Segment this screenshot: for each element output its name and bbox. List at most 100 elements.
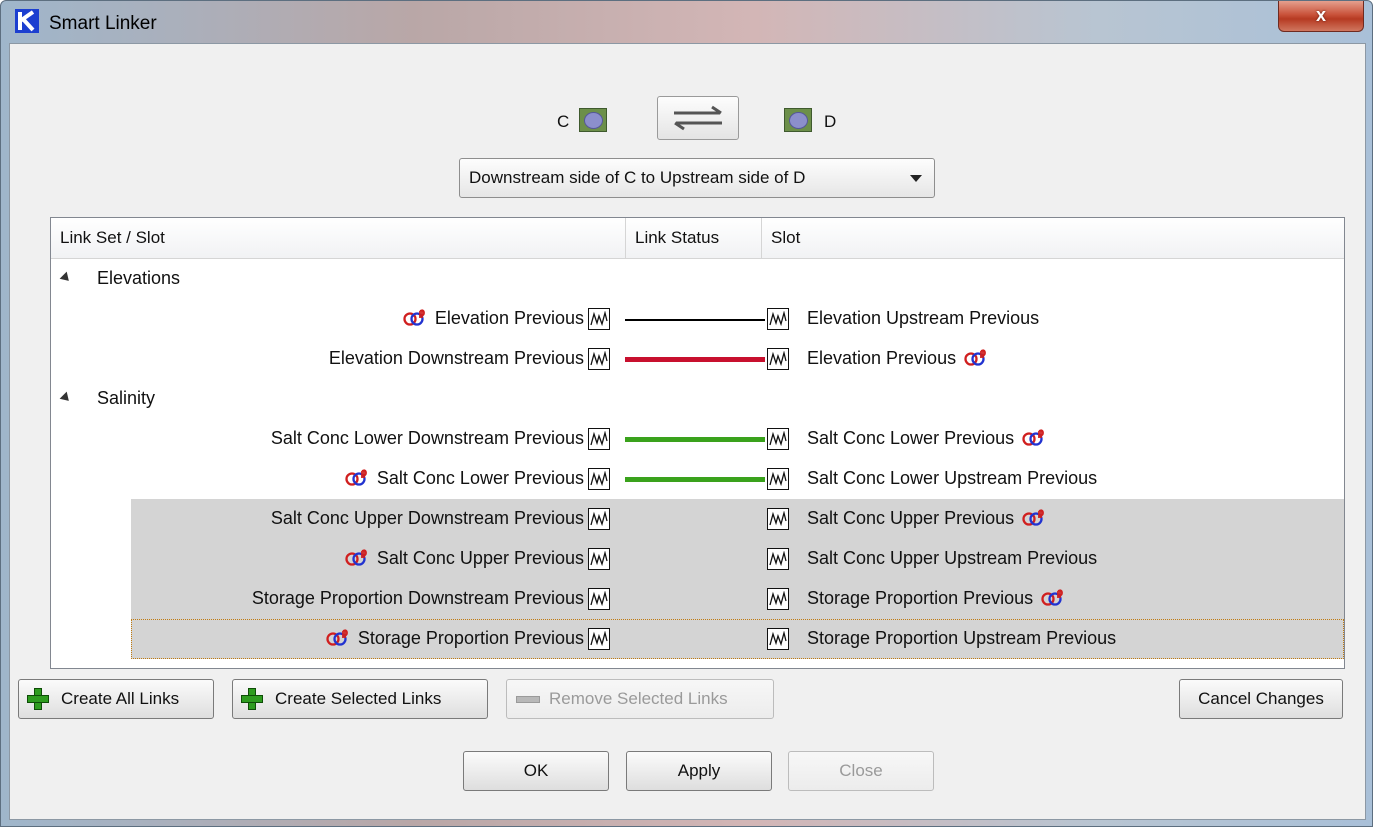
- destination-slot-label: Elevation Previous: [807, 348, 957, 368]
- dialog-client-area: C D Downstream side of C to Upstream sid…: [9, 43, 1366, 820]
- destination-slot-label: Salt Conc Lower Previous: [807, 428, 1015, 448]
- title-bar[interactable]: Smart Linker x: [1, 1, 1372, 43]
- source-slot-label: Salt Conc Lower Downstream Previous: [270, 428, 584, 448]
- agg-disagg-icon: [400, 308, 430, 326]
- close-icon: x: [1315, 5, 1326, 25]
- close-button[interactable]: Close: [788, 751, 934, 791]
- reservoir-icon-right: [784, 108, 812, 132]
- tree-group-label: Salinity: [97, 388, 156, 408]
- source-slot-label: Elevation Previous: [434, 308, 584, 328]
- destination-slot-label: Salt Conc Upper Upstream Previous: [807, 548, 1098, 568]
- source-slot-label: Salt Conc Upper Downstream Previous: [270, 508, 584, 528]
- slot-chart-icon: [767, 548, 789, 570]
- link-status-line-existing: [625, 319, 765, 321]
- ok-button[interactable]: OK: [463, 751, 609, 791]
- swap-objects-button[interactable]: [657, 96, 739, 140]
- window-title: Smart Linker: [49, 13, 157, 34]
- source-slot-label: Salt Conc Lower Previous: [376, 468, 584, 488]
- destination-slot: Storage Proportion Upstream Previous: [807, 628, 1116, 649]
- destination-slot: Salt Conc Lower Upstream Previous: [807, 468, 1097, 489]
- link-tree-table[interactable]: Link Set / Slot Link Status Slot Elevati…: [50, 217, 1345, 669]
- tree-group-elevations[interactable]: Elevations: [51, 259, 1344, 299]
- smart-linker-window: Smart Linker x C D Downstream side of C …: [0, 0, 1373, 827]
- riverware-app-icon: [15, 9, 39, 33]
- source-slot-label: Elevation Downstream Previous: [328, 348, 584, 368]
- slot-chart-icon: [767, 468, 789, 490]
- source-slot: Salt Conc Lower Downstream Previous: [271, 428, 584, 449]
- ok-label: OK: [523, 761, 549, 780]
- source-slot-label: Storage Proportion Downstream Previous: [251, 588, 584, 608]
- link-status-line-removed: [625, 357, 765, 362]
- link-status-line-new: [625, 437, 765, 442]
- destination-slot-label: Salt Conc Upper Previous: [807, 508, 1015, 528]
- right-object-label: D: [824, 112, 837, 131]
- remove-selected-links-button[interactable]: Remove Selected Links: [506, 679, 774, 719]
- close-label: Close: [839, 761, 883, 780]
- tree-row[interactable]: Salt Conc Lower Downstream Previous Salt …: [51, 419, 1344, 459]
- destination-slot: Salt Conc Upper Previous: [807, 508, 1049, 529]
- create-selected-links-button[interactable]: Create Selected Links: [232, 679, 488, 719]
- source-slot: Elevation Downstream Previous: [329, 348, 584, 369]
- window-close-button[interactable]: x: [1278, 1, 1364, 32]
- dropdown-selected-value: Downstream side of C to Upstream side of…: [469, 168, 806, 187]
- create-all-links-button[interactable]: Create All Links: [18, 679, 214, 719]
- destination-slot: Elevation Previous: [807, 348, 991, 369]
- agg-disagg-icon: [1038, 588, 1068, 606]
- minus-icon: [516, 696, 540, 703]
- agg-disagg-icon: [1019, 428, 1049, 446]
- slot-chart-icon: [588, 348, 610, 370]
- tree-row[interactable]: Elevation Downstream Previous Elevation P…: [51, 339, 1344, 379]
- destination-slot: Storage Proportion Previous: [807, 588, 1068, 609]
- slot-chart-icon: [588, 588, 610, 610]
- plus-icon: [27, 688, 49, 710]
- tree-group-salinity[interactable]: Salinity: [51, 379, 1344, 419]
- object-selector-row: C D: [10, 94, 1365, 144]
- chevron-down-icon: [910, 175, 922, 182]
- expand-toggle-icon[interactable]: [59, 271, 73, 285]
- tree-row[interactable]: Storage Proportion Previous Storage Propo…: [131, 619, 1344, 659]
- source-slot: Salt Conc Upper Downstream Previous: [271, 508, 584, 529]
- link-direction-dropdown[interactable]: Downstream side of C to Upstream side of…: [459, 158, 935, 198]
- slot-chart-icon: [767, 428, 789, 450]
- column-header-link-status[interactable]: Link Status: [625, 218, 761, 258]
- tree-row[interactable]: Storage Proportion Downstream Previous St…: [131, 579, 1344, 619]
- action-buttons-row: Create All Links Create Selected Links R…: [10, 679, 1365, 729]
- source-slot: Storage Proportion Downstream Previous: [252, 588, 584, 609]
- reservoir-icon-left: [579, 108, 607, 132]
- destination-slot: Salt Conc Lower Previous: [807, 428, 1049, 449]
- slot-chart-icon: [588, 628, 610, 650]
- slot-chart-icon: [588, 508, 610, 530]
- slot-chart-icon: [767, 628, 789, 650]
- source-slot-label: Salt Conc Upper Previous: [376, 548, 584, 568]
- link-status-line-new: [625, 477, 765, 482]
- tree-row[interactable]: Elevation Previous Elevation Upstream Pre…: [51, 299, 1344, 339]
- apply-button[interactable]: Apply: [626, 751, 772, 791]
- expand-toggle-icon[interactable]: [59, 391, 73, 405]
- slot-chart-icon: [767, 348, 789, 370]
- cancel-changes-label: Cancel Changes: [1198, 689, 1324, 708]
- swap-arrows-icon: [674, 105, 722, 131]
- agg-disagg-icon: [342, 548, 372, 566]
- agg-disagg-icon: [342, 468, 372, 486]
- create-all-links-label: Create All Links: [61, 689, 180, 708]
- slot-chart-icon: [767, 308, 789, 330]
- source-slot: Salt Conc Upper Previous: [342, 548, 584, 569]
- source-slot: Elevation Previous: [400, 308, 584, 329]
- remove-selected-links-label: Remove Selected Links: [549, 689, 728, 708]
- destination-slot-label: Salt Conc Lower Upstream Previous: [807, 468, 1098, 488]
- column-header-link-set[interactable]: Link Set / Slot: [51, 218, 625, 258]
- agg-disagg-icon: [1019, 508, 1049, 526]
- tree-row[interactable]: Salt Conc Upper Previous Salt Conc Upper …: [131, 539, 1344, 579]
- cancel-changes-button[interactable]: Cancel Changes: [1179, 679, 1343, 719]
- slot-chart-icon: [588, 428, 610, 450]
- destination-slot: Salt Conc Upper Upstream Previous: [807, 548, 1097, 569]
- slot-chart-icon: [767, 588, 789, 610]
- tree-row[interactable]: Salt Conc Upper Downstream Previous Salt …: [131, 499, 1344, 539]
- tree-row[interactable]: Salt Conc Lower Previous Salt Conc Lower …: [51, 459, 1344, 499]
- destination-slot-label: Elevation Upstream Previous: [807, 308, 1040, 328]
- destination-slot: Elevation Upstream Previous: [807, 308, 1039, 329]
- column-header-slot[interactable]: Slot: [761, 218, 1344, 258]
- create-selected-links-label: Create Selected Links: [275, 689, 442, 708]
- source-slot: Salt Conc Lower Previous: [342, 468, 584, 489]
- slot-chart-icon: [588, 308, 610, 330]
